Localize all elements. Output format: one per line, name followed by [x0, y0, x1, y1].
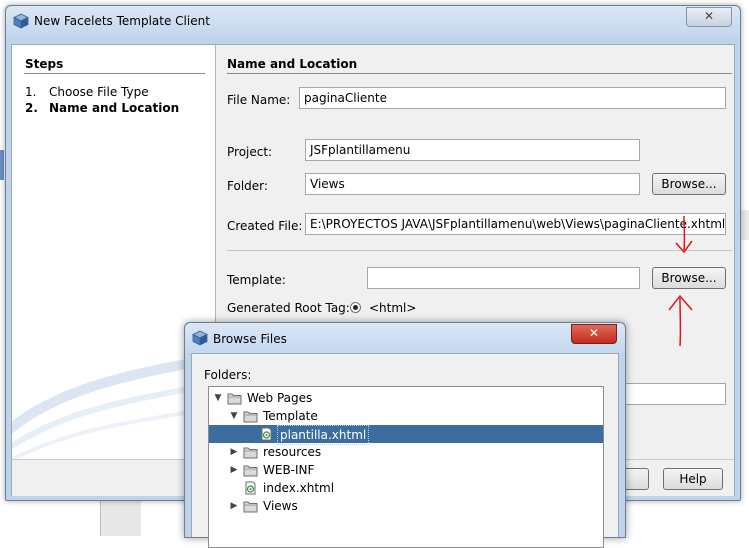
browse-dialog-body: Folders: ▼ Web Pages ▼ Template plantilla.xh… [191, 353, 619, 548]
browse-files-dialog: Browse Files ✕ Folders: ▼ Web Pages ▼ Templ… [184, 322, 626, 548]
close-icon: ✕ [588, 326, 600, 340]
netbeans-cube-icon [192, 330, 208, 346]
folder-input[interactable]: Views [305, 173, 640, 195]
section-separator [227, 250, 732, 251]
tree-item[interactable]: ▼ Web Pages [209, 389, 603, 407]
steps-divider [24, 73, 205, 74]
xhtml-file-icon [243, 481, 258, 495]
dialog-close-button[interactable]: ✕ [686, 7, 732, 27]
collapsed-toggle-icon[interactable]: ▶ [229, 497, 239, 515]
browse-dialog-title-bar[interactable]: Browse Files ✕ [185, 323, 625, 353]
tree-item-label: resources [263, 445, 322, 459]
folder-icon [227, 391, 242, 405]
folder-label: Folder: [227, 179, 268, 193]
tree-item-label: Template [263, 409, 318, 423]
tree-item[interactable]: ▼ Template [209, 407, 603, 425]
folder-icon [243, 445, 258, 459]
background-ide-marker [0, 150, 4, 180]
file-name-label: File Name: [227, 93, 291, 107]
tree-item-label: plantilla.xhtml [277, 425, 370, 445]
netbeans-cube-icon [13, 13, 29, 29]
tree-item-label: Web Pages [247, 391, 313, 405]
step-number: 1. [25, 85, 37, 99]
help-button[interactable]: Help [663, 468, 723, 490]
tree-item[interactable]: ▶ Views [209, 497, 603, 515]
tree-item-label: WEB-INF [263, 463, 315, 477]
tree-item-label: index.xhtml [263, 481, 335, 495]
steps-heading: Steps [25, 57, 64, 71]
tree-item[interactable]: ▶ WEB-INF [209, 461, 603, 479]
template-browse-button[interactable]: Browse... [652, 267, 726, 289]
background-ide-strip [100, 496, 141, 536]
tree-item[interactable]: ▶ resources [209, 443, 603, 461]
folders-label: Folders: [204, 368, 252, 382]
help-button-label: Help [679, 472, 707, 486]
xhtml-file-icon [259, 427, 274, 441]
tree-item[interactable]: index.xhtml [209, 479, 603, 497]
step-label: Name and Location [49, 101, 180, 115]
folder-tree[interactable]: ▼ Web Pages ▼ Template plantilla.xhtml ▶ resou… [208, 386, 604, 548]
panel-heading: Name and Location [227, 57, 358, 71]
created-file-field[interactable]: E:\PROYECTOS JAVA\JSFplantillamenu\web\V… [305, 213, 726, 235]
root-tag-html-radio[interactable] [350, 302, 361, 313]
project-field[interactable]: JSFplantillamenu [305, 139, 640, 161]
collapsed-toggle-icon[interactable]: ▶ [229, 461, 239, 479]
template-label: Template: [227, 273, 286, 287]
browse-dialog-title: Browse Files [213, 332, 287, 346]
template-input[interactable] [367, 267, 640, 289]
collapsed-toggle-icon[interactable]: ▶ [229, 443, 239, 461]
project-label: Project: [227, 145, 273, 159]
folder-icon [243, 463, 258, 477]
step-label: Choose File Type [49, 85, 149, 99]
expanded-toggle-icon[interactable]: ▼ [229, 407, 239, 425]
dialog-title-bar[interactable]: New Facelets Template Client ✕ [6, 6, 740, 36]
folder-browse-button[interactable]: Browse... [652, 173, 726, 195]
browse-dialog-close-button[interactable]: ✕ [571, 324, 617, 344]
dialog-title: New Facelets Template Client [34, 14, 210, 28]
step-item-name-and-location: 2. Name and Location [25, 101, 179, 115]
expanded-toggle-icon[interactable]: ▼ [213, 389, 223, 407]
panel-divider [227, 73, 732, 74]
folder-icon [243, 499, 258, 513]
folder-icon [243, 409, 258, 423]
root-tag-html-label: <html> [369, 301, 417, 315]
root-tag-label: Generated Root Tag: [227, 301, 350, 315]
file-name-input[interactable]: paginaCliente [299, 87, 726, 109]
step-number: 2. [25, 101, 38, 115]
step-item-choose-file-type: 1. Choose File Type [25, 85, 149, 99]
close-icon: ✕ [703, 9, 715, 23]
tree-item[interactable]: plantilla.xhtml [209, 425, 603, 445]
created-file-label: Created File: [227, 219, 303, 233]
tree-item-label: Views [263, 499, 298, 513]
